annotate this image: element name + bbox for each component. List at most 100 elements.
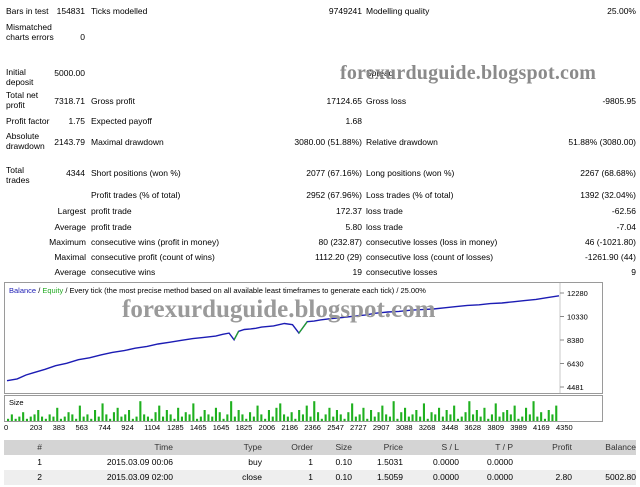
- size-bar: [22, 412, 25, 421]
- size-bar: [188, 414, 191, 421]
- x-tick-label: 3809: [487, 423, 505, 432]
- size-bar: [301, 414, 304, 421]
- size-bar: [400, 412, 403, 421]
- col-header-size[interactable]: Size: [335, 442, 352, 452]
- size-bar: [464, 412, 467, 421]
- cell-tp: 0.0000: [487, 472, 513, 482]
- size-bar: [298, 410, 301, 421]
- x-tick-label: 2727: [350, 423, 367, 432]
- col-header-time[interactable]: Time: [154, 442, 173, 452]
- size-bar: [131, 418, 134, 421]
- size-bar: [468, 401, 471, 421]
- size-bar: [404, 407, 407, 421]
- size-chart: Size: [4, 395, 603, 422]
- average-consec-wins-value: 19: [352, 267, 362, 277]
- x-tick-label: 1285: [167, 423, 184, 432]
- largest-loss-value: -62.56: [611, 206, 636, 216]
- col-header-balance[interactable]: Balance: [605, 442, 636, 452]
- col-header-order[interactable]: Order: [291, 442, 313, 452]
- cell-type: buy: [248, 457, 262, 467]
- size-bar: [169, 414, 172, 421]
- maximal-losses-label: consecutive loss (count of losses): [366, 252, 494, 262]
- table-header: # Time Type Order Size Price S / L T / P…: [4, 440, 636, 455]
- table-row[interactable]: 2 2015.03.09 02:00 close 1 0.10 1.5059 0…: [4, 470, 636, 485]
- size-bar: [128, 410, 131, 421]
- expected-payoff-value: 1.68: [345, 116, 362, 126]
- size-bar: [324, 414, 327, 421]
- size-bar: [214, 407, 217, 421]
- total-net-profit-label: Total net profit: [6, 90, 39, 110]
- col-header-tp[interactable]: T / P: [495, 442, 513, 452]
- size-bar: [233, 416, 236, 421]
- size-bar: [453, 405, 456, 421]
- y-tick-label: 6430: [567, 360, 584, 369]
- size-bar: [97, 416, 100, 421]
- size-bar: [513, 405, 516, 421]
- mismatched-value: 0: [80, 32, 85, 42]
- size-bar: [139, 401, 142, 421]
- size-bar: [487, 418, 490, 421]
- gross-loss-value: -9805.95: [602, 96, 636, 106]
- x-tick-label: 744: [98, 423, 111, 432]
- size-bar: [407, 416, 410, 421]
- size-bar: [547, 410, 550, 421]
- x-tick-label: 2186: [281, 423, 299, 432]
- size-bar: [317, 412, 320, 421]
- size-bar: [184, 412, 187, 421]
- col-header-type[interactable]: Type: [244, 442, 262, 452]
- size-bar: [320, 418, 323, 421]
- size-bar: [419, 416, 422, 421]
- largest-profit-value: 172.37: [336, 206, 362, 216]
- size-bar: [347, 412, 350, 421]
- x-tick-label: 1465: [189, 423, 207, 432]
- size-plot: [7, 401, 558, 421]
- size-bar: [177, 407, 180, 421]
- size-bar: [335, 410, 338, 421]
- size-bar: [267, 410, 270, 421]
- size-bar: [82, 416, 85, 421]
- cell-sl: 0.0000: [433, 457, 459, 467]
- cell-price: 1.5031: [377, 457, 403, 467]
- col-header-sl[interactable]: S / L: [442, 442, 459, 452]
- size-bar: [445, 410, 448, 421]
- size-bar: [249, 412, 252, 421]
- average-loss-value: -7.04: [616, 222, 636, 232]
- average-profit-value: 5.80: [345, 222, 362, 232]
- size-bar: [165, 410, 168, 421]
- y-tick-label: 12280: [567, 289, 588, 298]
- size-bar: [29, 416, 32, 421]
- col-header-price[interactable]: Price: [384, 442, 403, 452]
- loss-trades-value: 1392 (32.04%): [580, 190, 636, 200]
- cell-order: 1: [308, 457, 313, 467]
- size-bar: [286, 416, 289, 421]
- maximum-label: Maximum: [49, 237, 86, 247]
- watermark-chart: forexurduguide.blogspot.com: [122, 296, 436, 323]
- total-trades-label: Total trades: [6, 165, 30, 185]
- maximum-losses-value: 46 (-1021.80): [584, 237, 636, 247]
- size-bar: [377, 412, 380, 421]
- col-header-profit[interactable]: Profit: [552, 442, 572, 452]
- col-header-num[interactable]: #: [37, 442, 42, 452]
- cell-time: 2015.03.09 02:00: [106, 472, 173, 482]
- size-bar: [343, 418, 346, 421]
- size-bar: [441, 416, 444, 421]
- size-bar: [10, 414, 13, 421]
- size-bar: [279, 403, 282, 421]
- cell-sl: 0.0000: [433, 472, 459, 482]
- modelling-quality-value: 25.00%: [607, 6, 636, 16]
- profit-factor-label: Profit factor: [6, 116, 50, 126]
- size-bar: [392, 401, 395, 421]
- size-bar: [506, 410, 509, 421]
- size-bar: [135, 416, 138, 421]
- short-positions-value: 2077 (67.16%): [306, 168, 362, 178]
- cell-size: 0.10: [335, 472, 352, 482]
- size-bar: [283, 414, 286, 421]
- size-bar: [305, 405, 308, 421]
- table-row[interactable]: 1 2015.03.09 00:06 buy 1 0.10 1.5031 0.0…: [4, 455, 636, 470]
- bars-in-test-label: Bars in test: [6, 6, 49, 16]
- size-bar: [158, 405, 161, 421]
- cell-order: 1: [308, 472, 313, 482]
- size-bar: [173, 418, 176, 421]
- size-bar: [192, 403, 195, 421]
- size-bar: [426, 418, 429, 421]
